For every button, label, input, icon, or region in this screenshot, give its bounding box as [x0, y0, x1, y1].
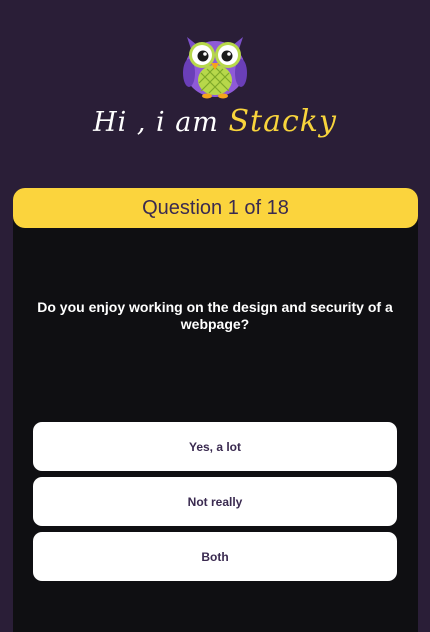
greeting-heading: Hi , i am Stacky [0, 104, 430, 139]
owl-icon [183, 37, 247, 99]
answer-button-not-really[interactable]: Not really [33, 477, 397, 526]
header: Hi , i am Stacky [0, 0, 430, 188]
greeting-prefix: Hi , i am [93, 107, 229, 138]
answer-label: Not really [187, 494, 243, 509]
question-progress-label: Question 1 of 18 [142, 196, 289, 219]
assistant-name: Stacky [228, 104, 337, 139]
answer-button-yes-a-lot[interactable]: Yes, a lot [33, 422, 397, 471]
question-progress-bar: Question 1 of 18 [13, 188, 418, 228]
answer-label: Yes, a lot [188, 439, 242, 454]
question-text: Do you enjoy working on the design and s… [37, 299, 393, 332]
answer-label: Both [201, 549, 229, 564]
answer-button-both[interactable]: Both [33, 532, 397, 581]
